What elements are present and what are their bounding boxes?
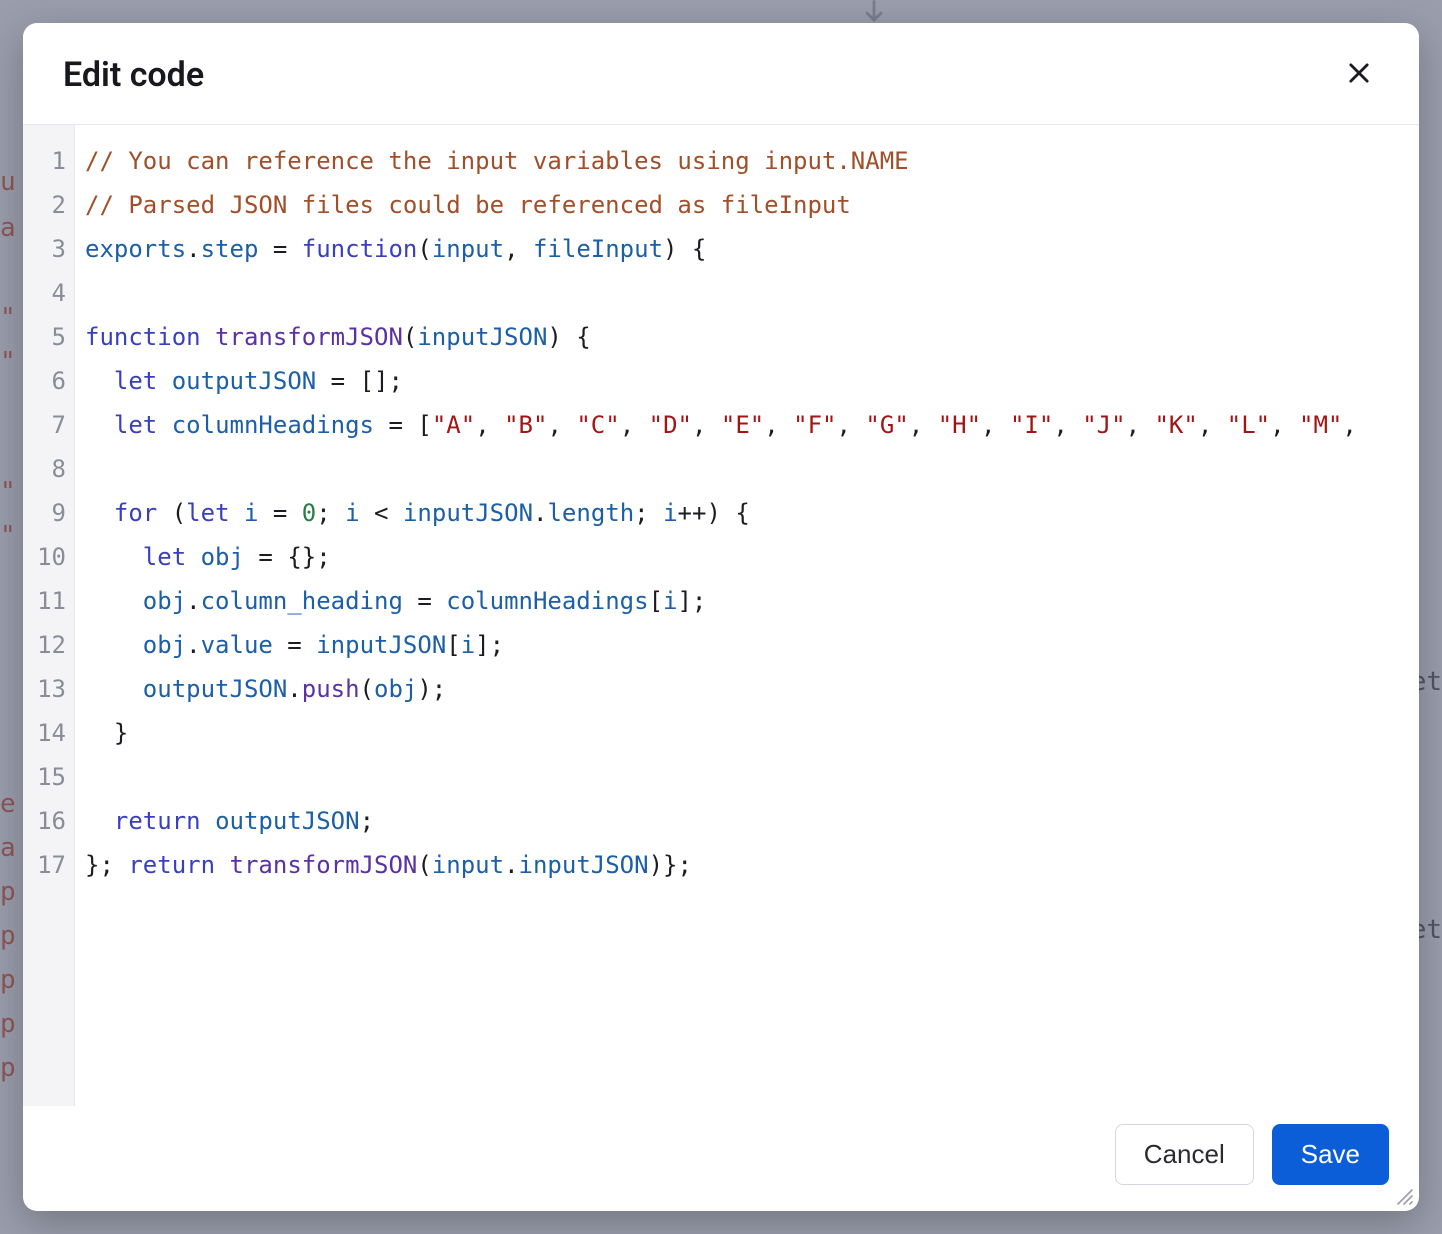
- line-number: 9: [23, 491, 74, 535]
- code-line[interactable]: exports.step = function(input, fileInput…: [85, 227, 1419, 271]
- code-line[interactable]: [85, 271, 1419, 315]
- flow-arrow-down-icon: [860, 0, 888, 24]
- code-line[interactable]: }; return transformJSON(input.inputJSON)…: [85, 843, 1419, 887]
- line-number: 6: [23, 359, 74, 403]
- code-line[interactable]: function transformJSON(inputJSON) {: [85, 315, 1419, 359]
- line-number: 7: [23, 403, 74, 447]
- line-number: 17: [23, 843, 74, 887]
- code-line[interactable]: outputJSON.push(obj);: [85, 667, 1419, 711]
- line-number: 10: [23, 535, 74, 579]
- modal-footer: Cancel Save: [23, 1106, 1419, 1211]
- line-number-gutter: 1234567891011121314151617: [23, 125, 75, 1106]
- code-line[interactable]: for (let i = 0; i < inputJSON.length; i+…: [85, 491, 1419, 535]
- code-line[interactable]: [85, 447, 1419, 491]
- close-button[interactable]: [1339, 53, 1379, 96]
- line-number: 4: [23, 271, 74, 315]
- line-number: 14: [23, 711, 74, 755]
- code-line[interactable]: [85, 755, 1419, 799]
- modal-title: Edit code: [63, 55, 204, 95]
- code-line[interactable]: // Parsed JSON files could be referenced…: [85, 183, 1419, 227]
- line-number: 11: [23, 579, 74, 623]
- code-line[interactable]: obj.column_heading = columnHeadings[i];: [85, 579, 1419, 623]
- close-icon: [1345, 59, 1373, 90]
- code-line[interactable]: let columnHeadings = ["A", "B", "C", "D"…: [85, 403, 1419, 447]
- code-editor[interactable]: 1234567891011121314151617 // You can ref…: [23, 125, 1419, 1106]
- line-number: 15: [23, 755, 74, 799]
- save-button[interactable]: Save: [1272, 1124, 1389, 1185]
- edit-code-modal: Edit code 1234567891011121314151617 // Y…: [23, 23, 1419, 1211]
- line-number: 1: [23, 139, 74, 183]
- resize-handle-icon[interactable]: [1395, 1187, 1413, 1205]
- line-number: 5: [23, 315, 74, 359]
- code-line[interactable]: let outputJSON = [];: [85, 359, 1419, 403]
- line-number: 16: [23, 799, 74, 843]
- code-line[interactable]: }: [85, 711, 1419, 755]
- code-line[interactable]: return outputJSON;: [85, 799, 1419, 843]
- code-line[interactable]: obj.value = inputJSON[i];: [85, 623, 1419, 667]
- line-number: 13: [23, 667, 74, 711]
- code-line[interactable]: let obj = {};: [85, 535, 1419, 579]
- cancel-button[interactable]: Cancel: [1115, 1124, 1254, 1185]
- line-number: 2: [23, 183, 74, 227]
- line-number: 8: [23, 447, 74, 491]
- modal-header: Edit code: [23, 23, 1419, 125]
- line-number: 3: [23, 227, 74, 271]
- code-line[interactable]: // You can reference the input variables…: [85, 139, 1419, 183]
- code-content[interactable]: // You can reference the input variables…: [75, 125, 1419, 1106]
- line-number: 12: [23, 623, 74, 667]
